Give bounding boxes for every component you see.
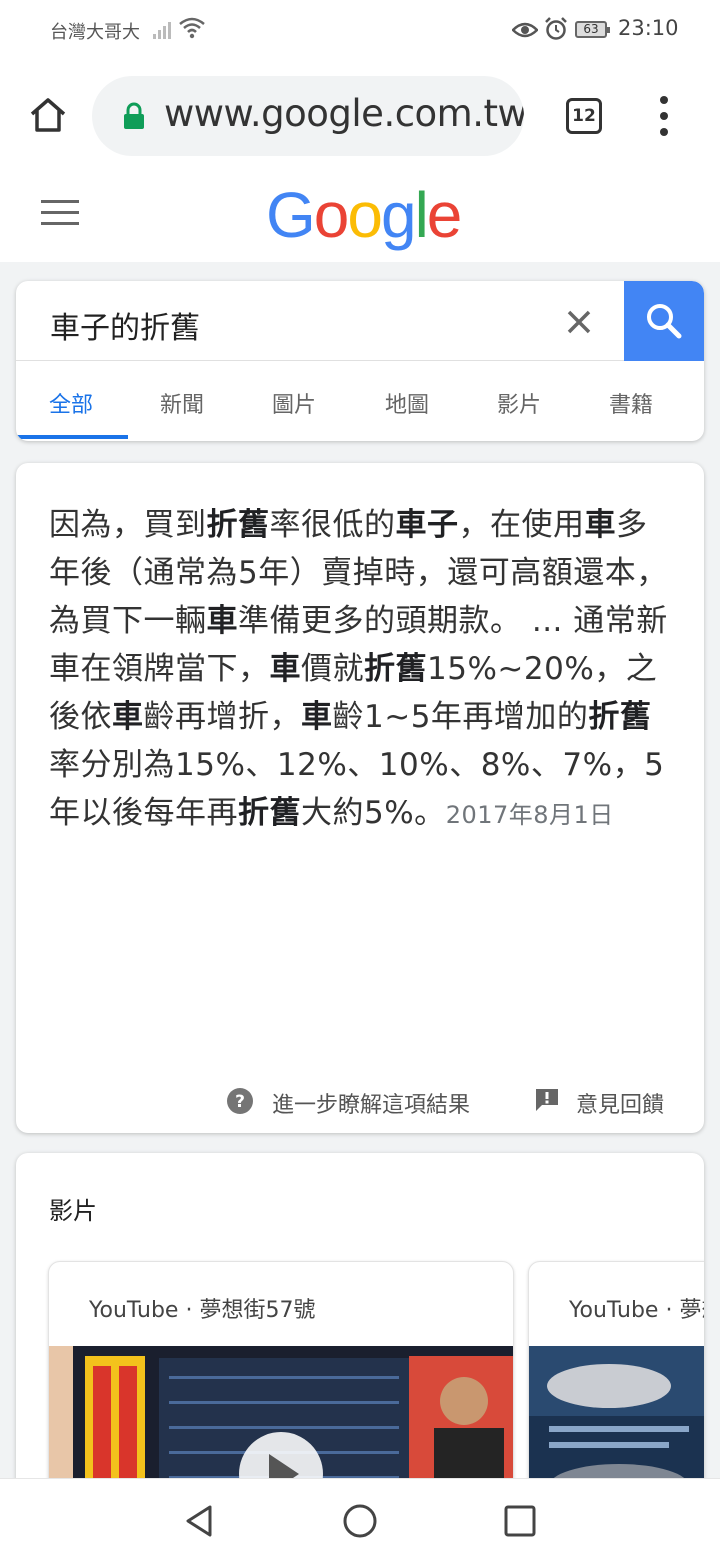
google-header: Google bbox=[0, 172, 720, 262]
clear-icon[interactable] bbox=[562, 305, 596, 339]
hamburger-icon[interactable] bbox=[41, 200, 79, 226]
snippet-highlight: 車 bbox=[269, 651, 301, 687]
snippet-segment: 大約5%。 bbox=[301, 795, 446, 831]
tab-all[interactable]: 全部 bbox=[49, 387, 93, 419]
snippet-highlight: 車 bbox=[584, 507, 616, 543]
snippet-segment: 率很低的 bbox=[269, 507, 396, 543]
divider bbox=[16, 360, 624, 361]
video-carousel: 影片 YouTube · 夢想街57號 YouTube · 夢想街57號 bbox=[16, 1153, 704, 1493]
section-heading: 影片 bbox=[49, 1197, 97, 1225]
status-bar: 台灣大哥大 63 23:10 bbox=[0, 0, 720, 62]
snippet-text: 因為，買到折舊率很低的車子，在使用車多年後（通常為5年）賣掉時，還可高額還本，為… bbox=[49, 501, 674, 839]
tab-videos[interactable]: 影片 bbox=[497, 387, 541, 419]
eye-comfort-icon bbox=[512, 22, 538, 38]
back-icon[interactable] bbox=[180, 1501, 220, 1541]
carrier-name: 台灣大哥大 bbox=[50, 22, 140, 43]
system-nav-bar bbox=[0, 1478, 720, 1561]
snippet-highlight: 車 bbox=[301, 699, 333, 735]
help-icon[interactable]: ? bbox=[226, 1087, 254, 1115]
more-vert-icon[interactable] bbox=[654, 96, 674, 136]
recents-icon[interactable] bbox=[500, 1501, 540, 1541]
alarm-icon bbox=[545, 17, 567, 40]
clock: 23:10 bbox=[618, 16, 679, 40]
featured-snippet: 因為，買到折舊率很低的車子，在使用車多年後（通常為5年）賣掉時，還可高額還本，為… bbox=[16, 463, 704, 1133]
snippet-segment: 價就 bbox=[301, 651, 364, 687]
tab-news[interactable]: 新聞 bbox=[160, 387, 204, 419]
home-icon[interactable] bbox=[28, 96, 68, 134]
tab-images[interactable]: 圖片 bbox=[272, 387, 316, 419]
feedback-icon[interactable] bbox=[534, 1087, 560, 1113]
snippet-highlight: 折舊 bbox=[206, 507, 270, 543]
battery-indicator: 63 bbox=[575, 21, 610, 38]
search-box: 車子的折舊 全部 新聞 圖片 地圖 影片 書籍 bbox=[16, 281, 704, 441]
snippet-highlight: 車 bbox=[206, 603, 238, 639]
video-source: YouTube · 夢想街57號 bbox=[569, 1298, 704, 1323]
home-nav-icon[interactable] bbox=[340, 1501, 380, 1541]
lock-icon bbox=[124, 102, 144, 129]
video-card[interactable]: YouTube · 夢想街57號 bbox=[528, 1261, 704, 1493]
address-bar[interactable]: www.google.com.tw bbox=[92, 76, 524, 156]
snippet-segment: 因為，買到 bbox=[49, 507, 207, 543]
signal-icon bbox=[153, 22, 171, 39]
feedback-link[interactable]: 意見回饋 bbox=[576, 1087, 664, 1119]
snippet-date: 2017年8月1日 bbox=[445, 801, 614, 829]
url-text: www.google.com.tw bbox=[164, 92, 524, 135]
snippet-segment: 齡1~5年再增加的 bbox=[332, 699, 589, 735]
google-logo[interactable]: Google bbox=[266, 178, 462, 252]
search-input[interactable]: 車子的折舊 bbox=[50, 303, 200, 347]
active-tab-indicator bbox=[16, 435, 128, 439]
snippet-highlight: 車 bbox=[112, 699, 144, 735]
wifi-icon bbox=[179, 17, 205, 39]
video-card[interactable]: YouTube · 夢想街57號 bbox=[48, 1261, 514, 1493]
learn-more-link[interactable]: 進一步瞭解這項結果 bbox=[272, 1087, 470, 1119]
snippet-segment: ，在使用 bbox=[458, 507, 585, 543]
snippet-highlight: 折舊 bbox=[588, 699, 652, 735]
video-source: YouTube · 夢想街57號 bbox=[89, 1298, 316, 1323]
tab-maps[interactable]: 地圖 bbox=[385, 387, 429, 419]
video-thumbnail[interactable] bbox=[49, 1346, 513, 1493]
snippet-highlight: 車子 bbox=[395, 507, 459, 543]
svg-text:?: ? bbox=[235, 1092, 245, 1112]
browser-toolbar: www.google.com.tw 12 bbox=[0, 62, 720, 173]
tab-switcher-button[interactable]: 12 bbox=[566, 98, 602, 134]
snippet-highlight: 折舊 bbox=[238, 795, 301, 831]
snippet-highlight: 折舊 bbox=[364, 651, 427, 687]
video-thumbnail[interactable] bbox=[529, 1346, 704, 1493]
search-button[interactable] bbox=[624, 281, 704, 361]
tab-books[interactable]: 書籍 bbox=[609, 387, 653, 419]
snippet-segment: 齡再增折， bbox=[143, 699, 301, 735]
search-icon bbox=[647, 304, 682, 339]
